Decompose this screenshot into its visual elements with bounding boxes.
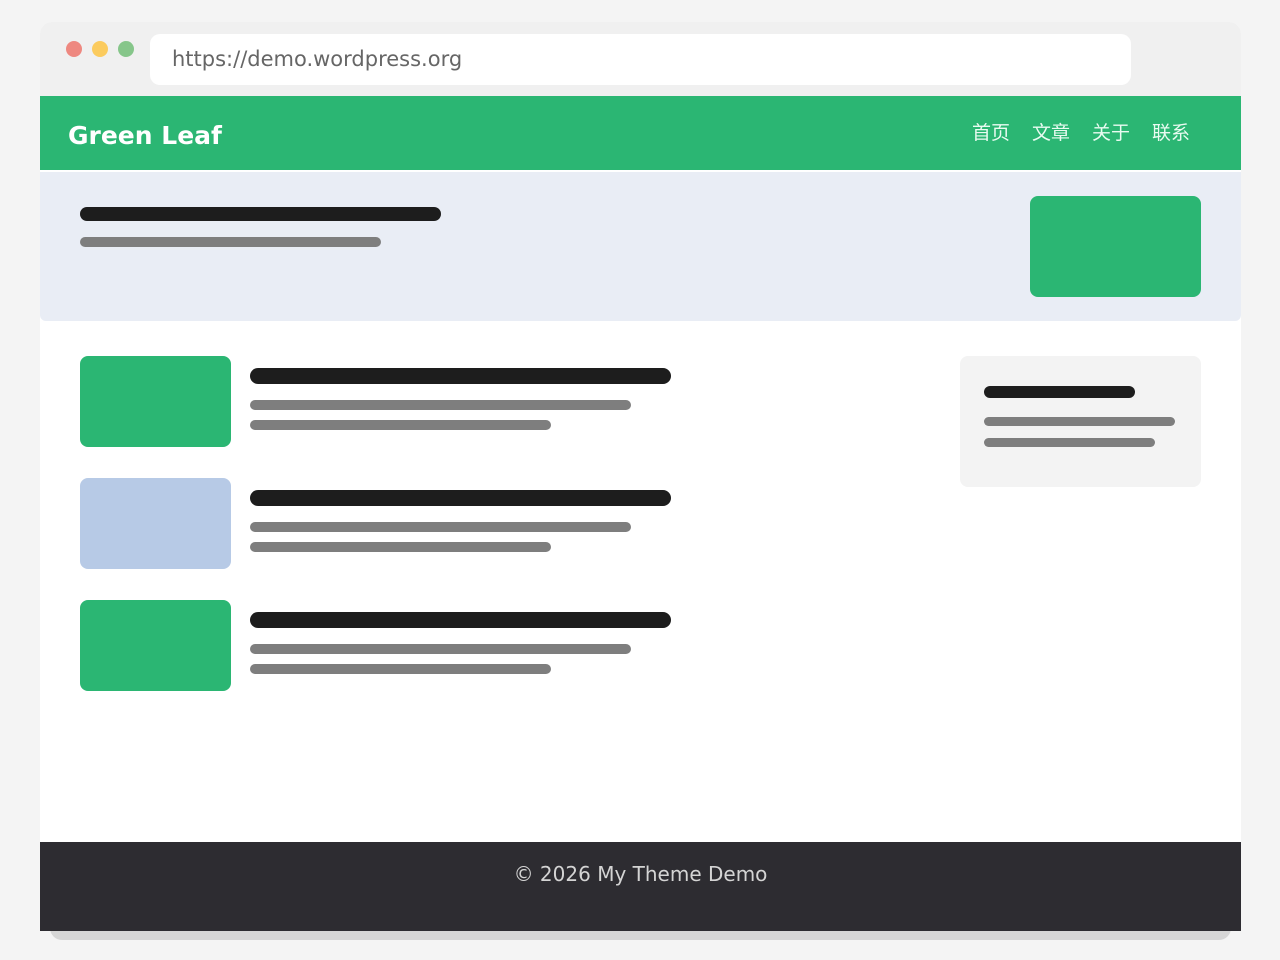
main-nav: 首页 文章 关于 联系 (972, 96, 1190, 170)
site-title[interactable]: Green Leaf (68, 96, 222, 170)
footer-copyright: © 2026 My Theme Demo (513, 862, 768, 886)
post-title-placeholder (250, 490, 671, 506)
hero-cta-button[interactable] (1030, 196, 1201, 297)
maximize-window-icon[interactable] (118, 41, 134, 57)
hero-subtitle-placeholder (80, 237, 381, 247)
browser-toolbar: https://demo.wordpress.org (40, 22, 1241, 96)
widget-title-placeholder (984, 386, 1135, 398)
post-excerpt-placeholder (250, 644, 631, 654)
post-title-placeholder (250, 612, 671, 628)
close-window-icon[interactable] (66, 41, 82, 57)
nav-item-articles[interactable]: 文章 (1032, 96, 1070, 170)
post-excerpt-placeholder (250, 664, 551, 674)
minimize-window-icon[interactable] (92, 41, 108, 57)
hero-title-placeholder (80, 207, 441, 221)
widget-line-placeholder (984, 417, 1175, 426)
nav-item-home[interactable]: 首页 (972, 96, 1010, 170)
post-excerpt-placeholder (250, 542, 551, 552)
post-thumbnail[interactable] (80, 356, 231, 447)
hero-banner (40, 172, 1241, 321)
nav-item-about[interactable]: 关于 (1092, 96, 1130, 170)
post-item[interactable] (80, 356, 711, 447)
widget-line-placeholder (984, 438, 1155, 447)
post-item[interactable] (80, 600, 711, 691)
post-title-placeholder (250, 368, 671, 384)
browser-window: https://demo.wordpress.org Green Leaf 首页… (40, 22, 1241, 931)
post-excerpt-placeholder (250, 522, 631, 532)
nav-item-contact[interactable]: 联系 (1152, 96, 1190, 170)
post-thumbnail[interactable] (80, 600, 231, 691)
post-excerpt-placeholder (250, 400, 631, 410)
site-footer: © 2026 My Theme Demo (40, 842, 1241, 931)
address-bar[interactable]: https://demo.wordpress.org (150, 34, 1131, 85)
sidebar-widget (960, 356, 1201, 487)
site-header: Green Leaf 首页 文章 关于 联系 (40, 96, 1241, 170)
post-excerpt-placeholder (250, 420, 551, 430)
post-thumbnail[interactable] (80, 478, 231, 569)
post-item[interactable] (80, 478, 711, 569)
